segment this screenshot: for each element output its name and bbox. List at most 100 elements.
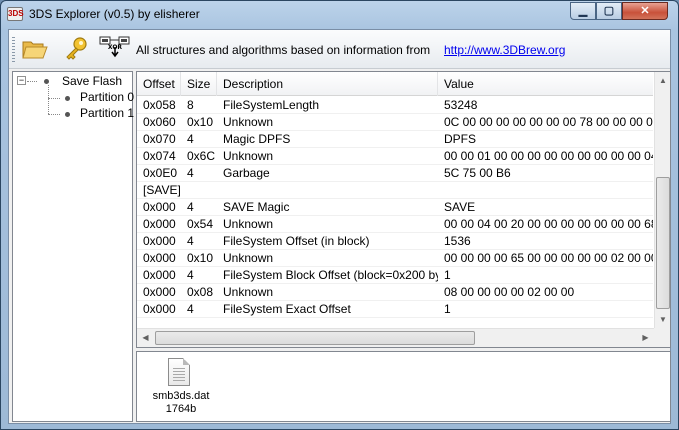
table-row[interactable]: 0x058 8 FileSystemLength 53248 bbox=[137, 97, 653, 114]
tree-view[interactable]: − Save Flash Partition 0 Partition 1 bbox=[12, 71, 134, 422]
table-row[interactable]: 0x000 4 FileSystem Offset (in block) 1536 bbox=[137, 233, 653, 250]
table-cell: 00 00 01 00 00 00 00 00 00 00 00 00 04 0… bbox=[444, 149, 653, 163]
table-cell: 0x000 bbox=[143, 217, 176, 231]
table-cell: 4 bbox=[187, 302, 194, 316]
minimize-button[interactable]: ▁ bbox=[570, 2, 596, 20]
table-cell: 4 bbox=[187, 234, 194, 248]
table-cell bbox=[181, 182, 217, 199]
tree-node-partition-0[interactable]: Partition 0 bbox=[80, 90, 134, 104]
grid-rows: 0x058 8 FileSystemLength 53248 0x060 0x10 Unkn… bbox=[137, 97, 653, 323]
table-row[interactable]: 0x060 0x10 Unknown 0C 00 00 00 00 00 00 00 … bbox=[137, 114, 653, 131]
table-row[interactable]: 0x000 4 FileSystem Block Offset (block=0x2… bbox=[137, 267, 653, 284]
table-cell: Unknown bbox=[223, 251, 274, 265]
key-button[interactable] bbox=[62, 35, 90, 63]
app-icon[interactable]: 3DS bbox=[7, 7, 24, 21]
app-window: 3DS 3DS Explorer (v0.5) by elisherer ▁ ▢… bbox=[0, 0, 679, 430]
tree-connector bbox=[48, 98, 60, 99]
table-cell: 1536 bbox=[444, 234, 471, 248]
close-button[interactable]: ✕ bbox=[622, 2, 668, 20]
scroll-down-icon[interactable]: ▼ bbox=[655, 311, 670, 328]
vertical-scrollbar[interactable]: ▲ ▼ bbox=[654, 72, 670, 328]
folder-open-icon bbox=[22, 41, 48, 59]
table-cell: 0x070 bbox=[143, 132, 176, 146]
table-cell: Unknown bbox=[223, 285, 274, 299]
file-list[interactable]: smb3ds.dat 1764b bbox=[136, 351, 671, 422]
table-row[interactable]: [SAVE] bbox=[137, 182, 653, 199]
vertical-scroll-thumb[interactable] bbox=[656, 177, 670, 309]
table-cell: 1 bbox=[444, 302, 451, 316]
table-row[interactable]: 0x000 0x54 Unknown 00 00 04 00 20 00 00 00 … bbox=[137, 216, 653, 233]
table-cell: 0x000 bbox=[143, 251, 176, 265]
table-cell: 0x060 bbox=[143, 115, 176, 129]
table-cell: 0x0E0 bbox=[143, 166, 178, 180]
table-row[interactable]: 0x074 0x6C Unknown 00 00 01 00 00 00 00 00 … bbox=[137, 148, 653, 165]
xor-button[interactable]: XOR bbox=[99, 35, 130, 63]
table-cell: Magic DPFS bbox=[223, 132, 291, 146]
table-cell: DPFS bbox=[444, 132, 477, 146]
table-cell: 08 00 00 00 00 02 00 00 bbox=[444, 285, 575, 299]
table-cell: Unknown bbox=[223, 115, 274, 129]
toolbar: XOR All structures and algorithms based … bbox=[9, 30, 670, 69]
maximize-button[interactable]: ▢ bbox=[596, 2, 622, 20]
table-cell: 4 bbox=[187, 166, 194, 180]
tree-node-save-flash[interactable]: Save Flash bbox=[62, 74, 122, 88]
table-cell: Unknown bbox=[223, 149, 274, 163]
table-cell: FileSystem Exact Offset bbox=[223, 302, 351, 316]
table-cell: 53248 bbox=[444, 98, 478, 112]
table-cell: 1 bbox=[444, 268, 451, 282]
table-row[interactable]: 0x000 4 FileSystem Exact Offset 1 bbox=[137, 301, 653, 318]
title-bar[interactable]: 3DS 3DS Explorer (v0.5) by elisherer ▁ ▢… bbox=[1, 1, 678, 28]
collapse-toggle-icon[interactable]: − bbox=[17, 76, 26, 85]
file-icon bbox=[168, 358, 190, 386]
table-cell: 0x000 bbox=[143, 234, 176, 248]
scroll-right-icon[interactable]: ▶ bbox=[637, 329, 654, 347]
3dbrew-link[interactable]: http://www.3DBrew.org bbox=[444, 43, 565, 57]
horizontal-scroll-thumb[interactable] bbox=[155, 331, 475, 345]
table-cell: 0x074 bbox=[143, 149, 176, 163]
tree-node-partition-1[interactable]: Partition 1 bbox=[80, 106, 134, 120]
table-row[interactable]: 0x000 0x08 Unknown 08 00 00 00 00 02 00 00 bbox=[137, 284, 653, 301]
column-header-description[interactable]: Description bbox=[217, 72, 438, 96]
column-header-offset[interactable]: Offset bbox=[137, 72, 181, 96]
table-cell: FileSystem Offset (in block) bbox=[223, 234, 370, 248]
table-cell: Unknown bbox=[223, 217, 274, 231]
table-cell: FileSystem Block Offset (block=0x200 byt… bbox=[223, 268, 438, 282]
table-cell: SAVE Magic bbox=[223, 200, 290, 214]
table-cell: 0x058 bbox=[143, 98, 176, 112]
table-cell: 0x10 bbox=[187, 251, 214, 265]
toolbar-grip-icon[interactable] bbox=[12, 37, 15, 62]
table-cell: 0x10 bbox=[187, 115, 214, 129]
table-cell: [SAVE] bbox=[143, 183, 181, 197]
column-header-size[interactable]: Size bbox=[181, 72, 217, 96]
table-row[interactable]: 0x0E0 4 Garbage 5C 75 00 B6 bbox=[137, 165, 653, 182]
table-row[interactable]: 0x070 4 Magic DPFS DPFS bbox=[137, 131, 653, 148]
horizontal-scrollbar[interactable]: ◀ ▶ bbox=[137, 328, 654, 347]
file-item[interactable]: smb3ds.dat 1764b bbox=[141, 354, 221, 420]
scrollbar-corner bbox=[654, 328, 670, 347]
table-row[interactable]: 0x000 4 SAVE Magic SAVE bbox=[137, 199, 653, 216]
table-cell: 4 bbox=[187, 200, 194, 214]
scroll-up-icon[interactable]: ▲ bbox=[655, 72, 670, 89]
scroll-left-icon[interactable]: ◀ bbox=[137, 329, 154, 347]
open-folder-button[interactable] bbox=[21, 35, 49, 63]
column-header-value[interactable]: Value bbox=[438, 72, 653, 96]
table-cell: 00 00 04 00 20 00 00 00 00 00 00 00 68 0… bbox=[444, 217, 653, 231]
xor-label: XOR bbox=[108, 44, 123, 51]
table-cell: 0x000 bbox=[143, 200, 176, 214]
info-label: All structures and algorithms based on i… bbox=[136, 43, 431, 57]
table-cell: 0x6C bbox=[187, 149, 216, 163]
file-size: 1764b bbox=[165, 403, 197, 415]
table-cell bbox=[217, 182, 438, 199]
table-row[interactable]: 0x000 0x10 Unknown 00 00 00 00 65 00 00 00 … bbox=[137, 250, 653, 267]
table-cell: 4 bbox=[187, 268, 194, 282]
table-cell: 0x000 bbox=[143, 285, 176, 299]
grid-header: Offset Size Description Value bbox=[137, 72, 653, 96]
tree-node-bullet-icon bbox=[44, 79, 49, 84]
table-cell bbox=[438, 182, 653, 199]
structure-grid[interactable]: Offset Size Description Value 0x058 8 File… bbox=[136, 71, 671, 348]
tree-connector bbox=[27, 81, 37, 82]
table-cell: 0x000 bbox=[143, 268, 176, 282]
tree-node-bullet-icon bbox=[65, 96, 70, 101]
table-cell: 0C 00 00 00 00 00 00 00 78 00 00 00 00 0… bbox=[444, 115, 653, 129]
client-area: XOR All structures and algorithms based … bbox=[8, 29, 671, 424]
